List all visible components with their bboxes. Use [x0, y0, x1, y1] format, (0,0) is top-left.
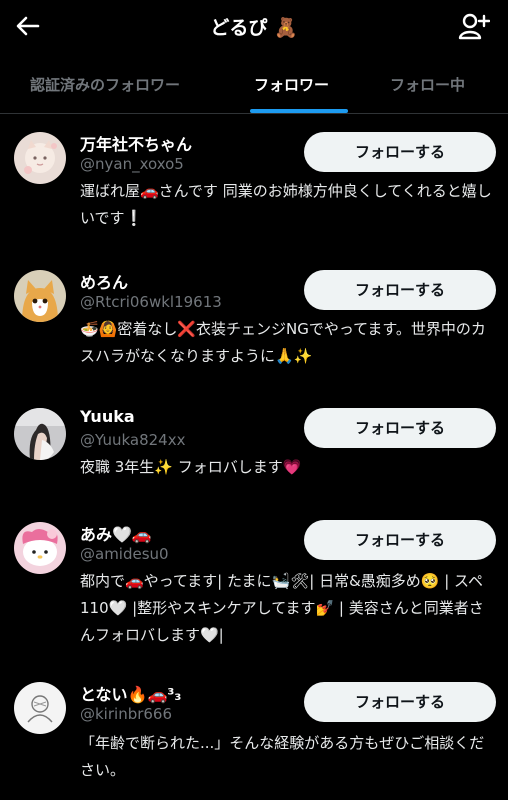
follow-button[interactable]: フォローする: [304, 520, 496, 560]
user-handle: @kirinbr666: [80, 705, 173, 723]
user-handle: @nyan_xoxo5: [80, 155, 184, 173]
follow-button[interactable]: フォローする: [304, 682, 496, 722]
user-name: Yuuka: [80, 407, 135, 426]
top-bar: どるぴ 🧸: [0, 0, 508, 52]
follower-row[interactable]: 万年社不ちゃん @nyan_xoxo5 フォローする 運ばれ屋🚗さんです 同業の…: [0, 120, 508, 260]
user-name: 万年社不ちゃん: [80, 135, 193, 154]
avatar[interactable]: [14, 682, 66, 734]
follow-button[interactable]: フォローする: [304, 270, 496, 310]
user-bio: 夜職 3年生✨ フォロバします💗: [80, 458, 302, 476]
avatar[interactable]: [14, 270, 66, 322]
user-name: あみ🤍🚗: [80, 525, 152, 544]
user-name: とない🔥🚗³₃: [80, 685, 182, 704]
tab-verified-followers[interactable]: 認証済みのフォロワー: [30, 74, 180, 95]
avatar[interactable]: [14, 408, 66, 460]
avatar[interactable]: [14, 132, 66, 184]
follower-row[interactable]: とない🔥🚗³₃ @kirinbr666 フォローする 「年齢で断られた...」そ…: [0, 670, 508, 800]
user-handle: @Rtcri06wkl19613: [80, 293, 222, 311]
user-bio: 「年齢で断られた...」そんな経験がある方もぜひご相談ください。: [80, 734, 485, 779]
user-bio: 🍜🙆密着なし❌衣装チェンジNGでやってます。世界中のカスハラがなくなりますように…: [80, 320, 486, 365]
follower-row[interactable]: Yuuka @Yuuka824xx フォローする 夜職 3年生✨ フォロバします…: [0, 396, 508, 506]
follow-button[interactable]: フォローする: [304, 408, 496, 448]
tab-following[interactable]: フォロー中: [390, 74, 465, 95]
user-handle: @Yuuka824xx: [80, 431, 186, 449]
follow-button[interactable]: フォローする: [304, 132, 496, 172]
follower-row[interactable]: あみ🤍🚗 @amidesu0 フォローする 都内で🚗やってます| たまに🛀🛠| …: [0, 510, 508, 675]
tab-bar: 認証済みのフォロワー フォロワー フォロー中: [0, 58, 508, 114]
add-user-icon[interactable]: [458, 12, 490, 40]
page-title: どるぴ 🧸: [210, 17, 298, 39]
active-tab-indicator: [250, 109, 348, 113]
user-handle: @amidesu0: [80, 545, 169, 563]
user-bio: 運ばれ屋🚗さんです 同業のお姉様方仲良くしてくれると嬉しいです❕: [80, 182, 492, 227]
tab-followers[interactable]: フォロワー: [254, 74, 329, 95]
user-bio: 都内で🚗やってます| たまに🛀🛠| 日常&愚痴多め🥺 | スペ110🤍 |整形や…: [80, 572, 484, 644]
follower-row[interactable]: めろん @Rtcri06wkl19613 フォローする 🍜🙆密着なし❌衣装チェン…: [0, 258, 508, 398]
avatar[interactable]: [14, 522, 66, 574]
user-name: めろん: [80, 273, 129, 292]
